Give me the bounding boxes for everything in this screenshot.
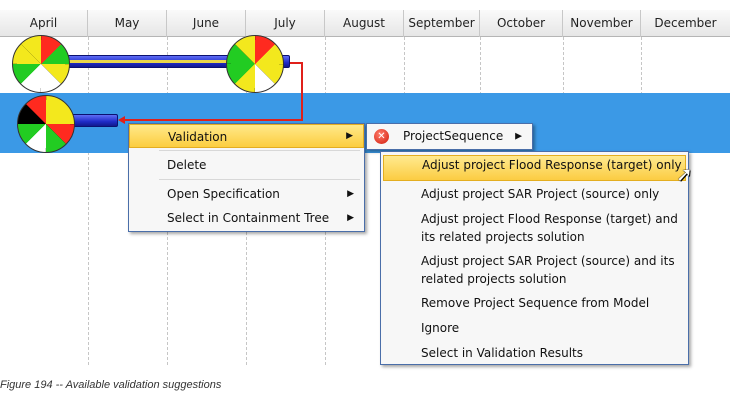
menu-item-delete[interactable]: Delete	[129, 153, 364, 177]
submenu-arrow-icon: ▶	[347, 189, 354, 199]
submenu-arrow-icon: ▶	[515, 131, 522, 141]
menu-item-label: Open Specification	[167, 187, 280, 201]
menu-item-label: Adjust project SAR Project (source) only	[421, 187, 660, 201]
menu-item-label: Adjust project Flood Response (target) a…	[421, 212, 678, 244]
gantt-screenshot: April May June July August September Oct…	[0, 0, 730, 393]
menu-separator	[159, 179, 360, 180]
validation-submenu: ✕ ProjectSequence ▶	[366, 123, 533, 150]
suggestion-remove-project-sequence[interactable]: Remove Project Sequence from Model	[381, 290, 688, 315]
menu-item-label: Ignore	[421, 321, 460, 335]
submenu-arrow-icon: ▶	[346, 131, 353, 141]
suggestion-select-in-validation-results[interactable]: Select in Validation Results	[381, 340, 688, 365]
menu-item-label: Select in Validation Results	[421, 346, 583, 360]
suggestions-menu: Adjust project Flood Response (target) o…	[380, 151, 689, 365]
suggestion-adjust-source-and-related[interactable]: Adjust project SAR Project (source) and …	[381, 248, 688, 290]
suggestion-adjust-target-and-related[interactable]: Adjust project Flood Response (target) a…	[381, 206, 688, 248]
menu-item-label: Delete	[167, 158, 207, 172]
submenu-arrow-icon: ▶	[347, 213, 354, 223]
menu-item-label: Adjust project SAR Project (source) and …	[421, 254, 675, 286]
menu-item-label: ProjectSequence	[403, 129, 504, 143]
menu-item-label: Remove Project Sequence from Model	[421, 296, 650, 310]
error-icon: ✕	[374, 129, 389, 144]
menu-item-label: Validation	[168, 130, 228, 144]
menu-item-label: Adjust project Flood Response (target) o…	[422, 158, 682, 172]
context-menu: Validation ▶ Delete Open Specification ▶ S…	[128, 123, 365, 232]
menu-item-select-in-containment-tree[interactable]: Select in Containment Tree ▶	[129, 206, 364, 230]
menu-separator	[159, 150, 360, 151]
mouse-pointer-icon: ➚	[676, 162, 693, 186]
menu-item-validation[interactable]: Validation ▶	[129, 124, 364, 148]
suggestion-adjust-source-only[interactable]: Adjust project SAR Project (source) only	[381, 181, 688, 206]
figure-caption: Figure 194 -- Available validation sugge…	[0, 379, 222, 391]
menu-item-label: Select in Containment Tree	[167, 211, 330, 225]
suggestion-adjust-target-only[interactable]: Adjust project Flood Response (target) o…	[383, 155, 686, 181]
suggestion-ignore[interactable]: Ignore	[381, 315, 688, 340]
menu-item-project-sequence[interactable]: ✕ ProjectSequence ▶	[367, 124, 532, 149]
menu-item-open-specification[interactable]: Open Specification ▶	[129, 182, 364, 206]
